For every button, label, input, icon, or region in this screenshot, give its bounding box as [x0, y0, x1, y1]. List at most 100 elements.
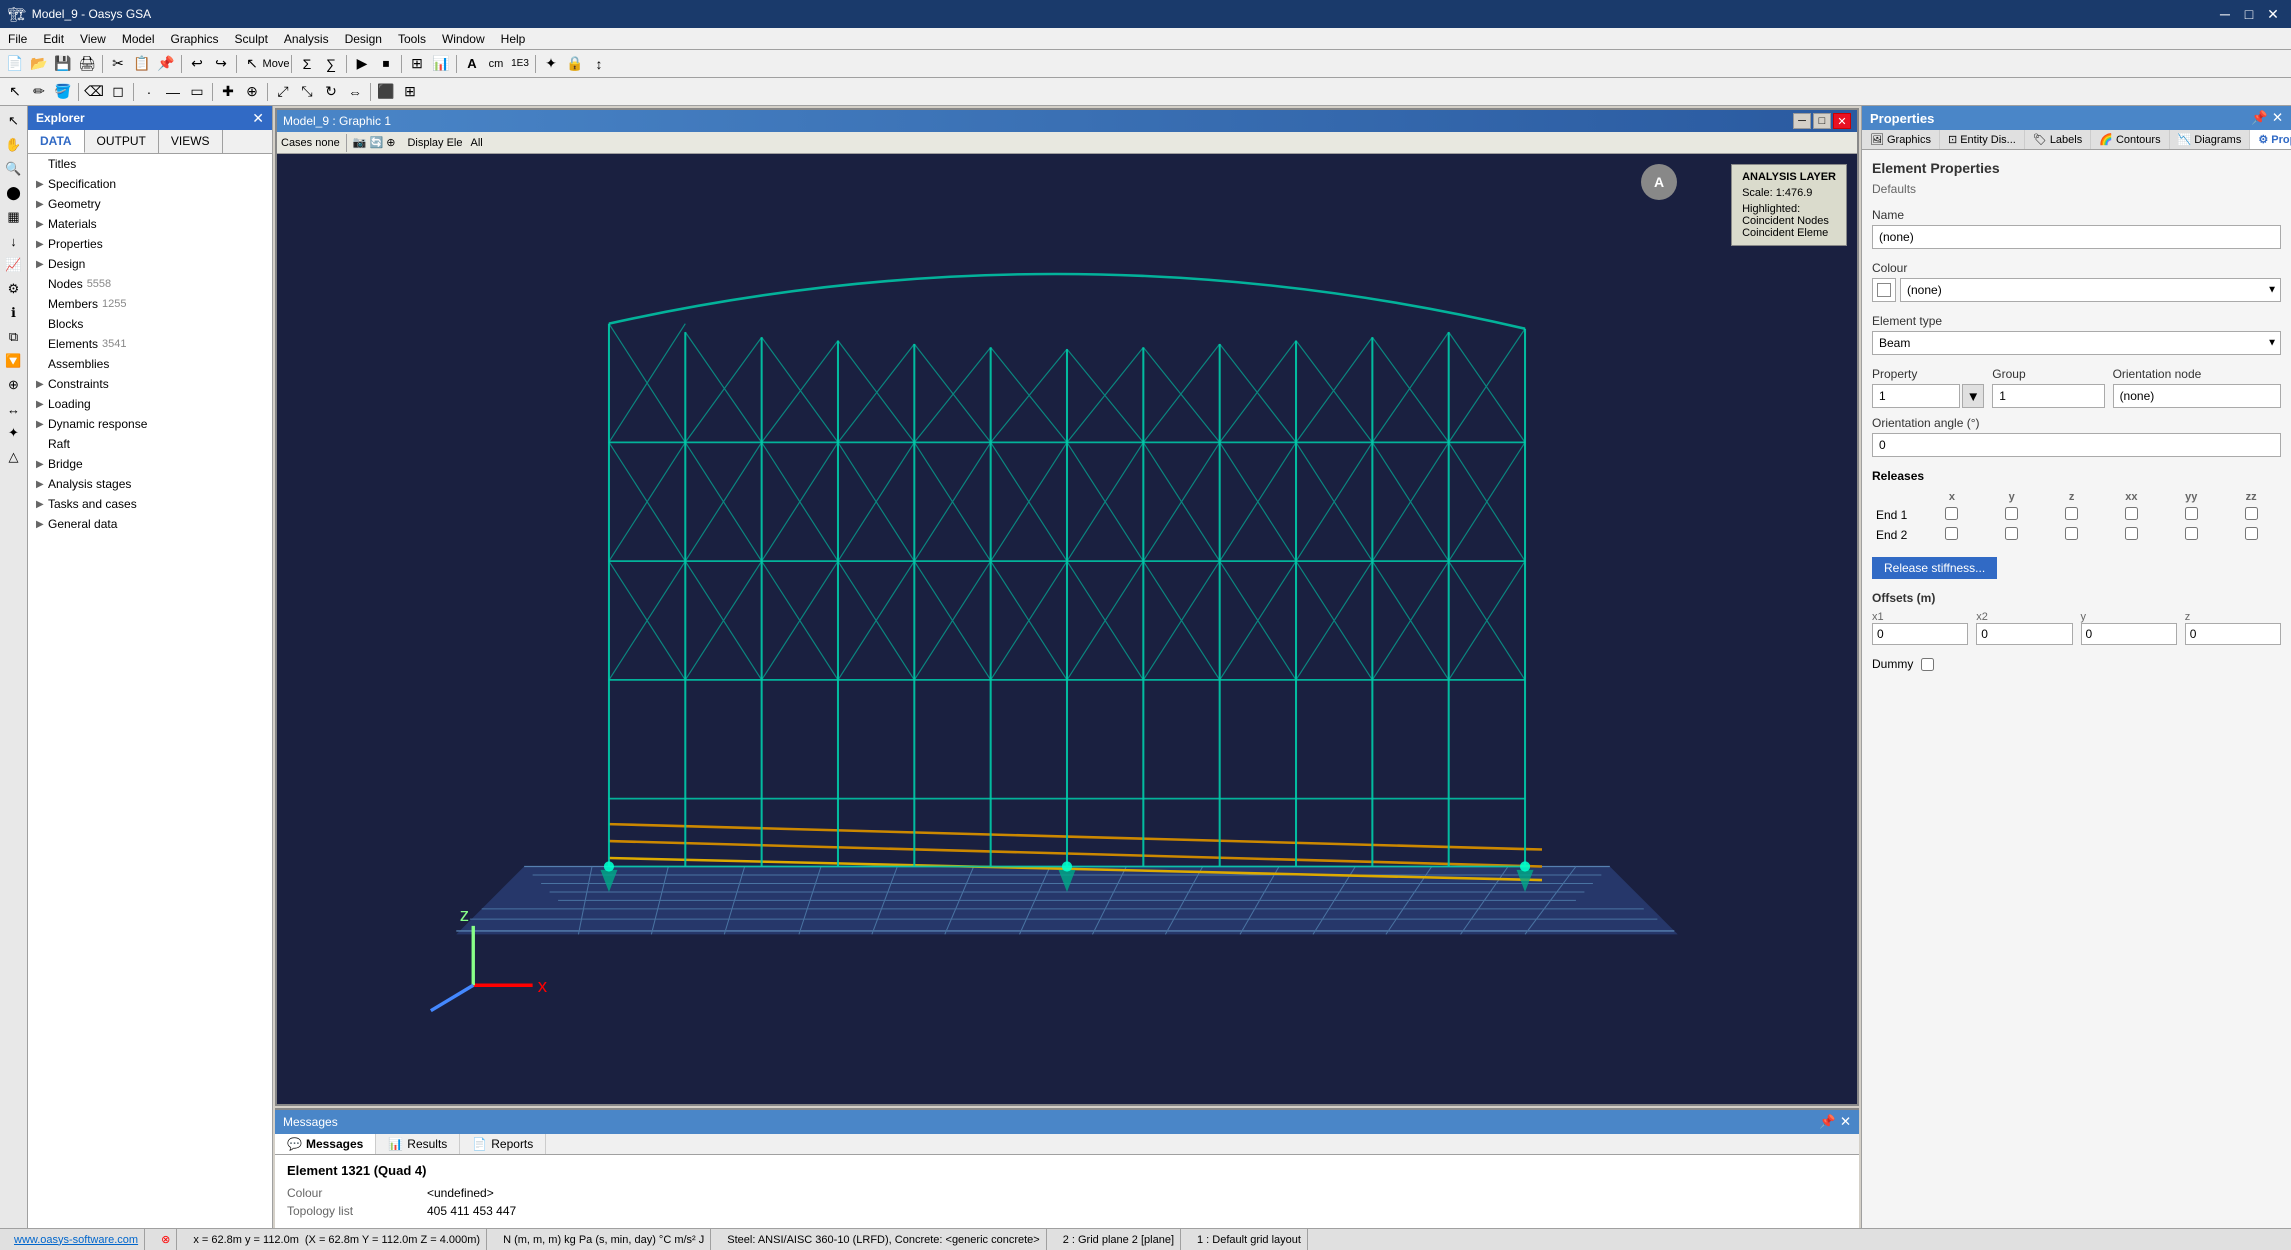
- menu-model[interactable]: Model: [114, 30, 163, 48]
- props-tab-properties[interactable]: ⚙ Properties: [2250, 130, 2291, 149]
- menu-design[interactable]: Design: [337, 30, 390, 48]
- icon-cursor[interactable]: ↖: [3, 110, 25, 132]
- offset-x1-input[interactable]: [1872, 623, 1968, 645]
- redo-btn[interactable]: ↪: [210, 53, 232, 75]
- undo-btn[interactable]: ↩: [186, 53, 208, 75]
- messages-pin-btn[interactable]: 📌: [1819, 1114, 1836, 1130]
- prop-colour-picker-btn[interactable]: [1872, 278, 1896, 302]
- split-btn[interactable]: ✚: [217, 81, 239, 103]
- rotate-btn[interactable]: ↻: [320, 81, 342, 103]
- props-tab-entity[interactable]: ⊡ Entity Dis...: [1940, 130, 2025, 149]
- menu-help[interactable]: Help: [493, 30, 534, 48]
- offset-z-input[interactable]: [2185, 623, 2281, 645]
- bucket-btn[interactable]: 🪣: [52, 81, 74, 103]
- cb-end1-x[interactable]: [1945, 507, 1958, 520]
- msg-tab-results[interactable]: 📊 Results: [376, 1134, 460, 1154]
- tab-views[interactable]: VIEWS: [159, 130, 223, 153]
- sci-btn[interactable]: 1E3: [509, 53, 531, 75]
- releases-end2-xx[interactable]: [2101, 525, 2161, 545]
- icon-filter[interactable]: 🔽: [3, 350, 25, 372]
- cb-end2-zz[interactable]: [2245, 527, 2258, 540]
- text-btn[interactable]: A: [461, 53, 483, 75]
- tree-dynamic[interactable]: ▶ Dynamic response: [28, 414, 272, 434]
- close-button[interactable]: ✕: [2263, 4, 2283, 24]
- graphic-content[interactable]: x z ANALYSIS LAYER Scale: 1:476.9 Highli…: [277, 154, 1857, 1104]
- menu-view[interactable]: View: [72, 30, 114, 48]
- minimize-button[interactable]: ─: [2215, 4, 2235, 24]
- rubber-btn[interactable]: ◻: [107, 81, 129, 103]
- maximize-button[interactable]: □: [2239, 4, 2259, 24]
- tree-specification[interactable]: ▶ Specification: [28, 174, 272, 194]
- cb-end2-xx[interactable]: [2125, 527, 2138, 540]
- new-btn[interactable]: 📄: [4, 53, 26, 75]
- cb-end2-yy[interactable]: [2185, 527, 2198, 540]
- releases-end1-xx[interactable]: [2101, 505, 2161, 525]
- gw-maximize-btn[interactable]: □: [1813, 113, 1831, 129]
- icon-dimension[interactable]: ↔: [3, 398, 25, 420]
- menu-window[interactable]: Window: [434, 30, 493, 48]
- cut-btn[interactable]: ✂: [107, 53, 129, 75]
- prop-colour-select[interactable]: (none): [1900, 278, 2281, 302]
- status-website-link[interactable]: www.oasys-software.com: [14, 1234, 138, 1246]
- releases-end2-y[interactable]: [1982, 525, 2042, 545]
- icon-settings[interactable]: ⚙: [3, 278, 25, 300]
- dummy-checkbox[interactable]: [1921, 658, 1934, 671]
- releases-end1-x[interactable]: [1922, 505, 1982, 525]
- icon-tool1[interactable]: ✦: [3, 422, 25, 444]
- open-btn[interactable]: 📂: [28, 53, 50, 75]
- prop-orientation-angle-input[interactable]: [1872, 433, 2281, 457]
- pointer-btn[interactable]: ↖: [4, 81, 26, 103]
- gw-close-btn[interactable]: ✕: [1833, 113, 1851, 129]
- tree-bridge[interactable]: ▶ Bridge: [28, 454, 272, 474]
- cb-end1-yy[interactable]: [2185, 507, 2198, 520]
- props-tab-graphics[interactable]: 🖼 Graphics: [1862, 130, 1940, 149]
- tree-titles[interactable]: Titles: [28, 154, 272, 174]
- cb-end1-z[interactable]: [2065, 507, 2078, 520]
- sigma-btn[interactable]: Σ: [296, 53, 318, 75]
- tree-general-data[interactable]: ▶ General data: [28, 514, 272, 534]
- icon-snap[interactable]: ⊕: [3, 374, 25, 396]
- prop-name-input[interactable]: [1872, 225, 2281, 249]
- prop-property-input[interactable]: [1872, 384, 1960, 408]
- release-stiffness-btn[interactable]: Release stiffness...: [1872, 557, 1997, 579]
- tab-output[interactable]: OUTPUT: [85, 130, 159, 153]
- move2-btn[interactable]: ⤢: [272, 81, 294, 103]
- cb-end1-xx[interactable]: [2125, 507, 2138, 520]
- icon-results[interactable]: 📈: [3, 254, 25, 276]
- move-btn[interactable]: Move: [265, 53, 287, 75]
- releases-end1-y[interactable]: [1982, 505, 2042, 525]
- select-btn[interactable]: ↖: [241, 53, 263, 75]
- prop-element-type-select[interactable]: Beam Bar Rod Quad 4: [1872, 331, 2281, 355]
- table-btn[interactable]: ⊞: [406, 53, 428, 75]
- save-btn[interactable]: 💾: [52, 53, 74, 75]
- lock-btn[interactable]: 🔒: [564, 53, 586, 75]
- wand-btn[interactable]: ✦: [540, 53, 562, 75]
- cb-end2-z[interactable]: [2065, 527, 2078, 540]
- pencil-btn[interactable]: ✏: [28, 81, 50, 103]
- releases-end1-zz[interactable]: [2221, 505, 2281, 525]
- merge-btn[interactable]: ⊕: [241, 81, 263, 103]
- icon-layers[interactable]: ⧉: [3, 326, 25, 348]
- mesh-btn[interactable]: ⊞: [399, 81, 421, 103]
- tree-constraints[interactable]: ▶ Constraints: [28, 374, 272, 394]
- releases-end2-zz[interactable]: [2221, 525, 2281, 545]
- cb-end1-zz[interactable]: [2245, 507, 2258, 520]
- props-tab-contours[interactable]: 🌈 Contours: [2091, 130, 2169, 149]
- tree-materials[interactable]: ▶ Materials: [28, 214, 272, 234]
- offset-x2-input[interactable]: [1976, 623, 2072, 645]
- explorer-close-btn[interactable]: ✕: [252, 110, 264, 127]
- cb-end2-y[interactable]: [2005, 527, 2018, 540]
- cursor-btn[interactable]: ↕: [588, 53, 610, 75]
- releases-end2-x[interactable]: [1922, 525, 1982, 545]
- props-pin-btn[interactable]: 📌: [2251, 110, 2268, 126]
- print-btn[interactable]: 🖨: [76, 53, 98, 75]
- tree-tasks-cases[interactable]: ▶ Tasks and cases: [28, 494, 272, 514]
- copy-btn[interactable]: 📋: [131, 53, 153, 75]
- cb-end1-y[interactable]: [2005, 507, 2018, 520]
- tree-blocks[interactable]: Blocks: [28, 314, 272, 334]
- releases-end2-z[interactable]: [2042, 525, 2102, 545]
- extrude-btn[interactable]: ⬛: [375, 81, 397, 103]
- tree-nodes[interactable]: Nodes 5558: [28, 274, 272, 294]
- size-btn[interactable]: cm: [485, 53, 507, 75]
- offset-y-input[interactable]: [2081, 623, 2177, 645]
